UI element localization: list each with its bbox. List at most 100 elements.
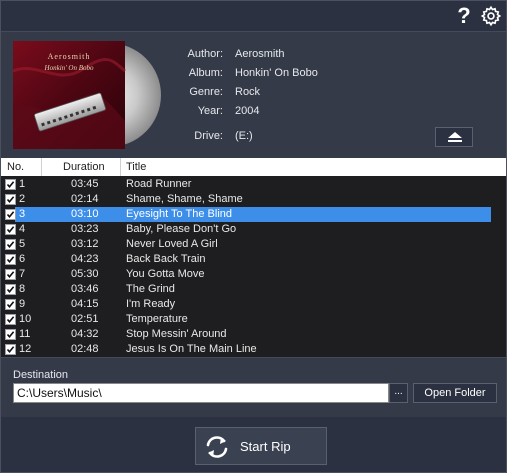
track-number: 6 [19, 253, 26, 265]
drive-value: (E:) [235, 130, 253, 142]
gear-icon [480, 5, 502, 27]
track-title: Shame, Shame, Shame [126, 193, 243, 205]
table-row[interactable]: 7 05:30 You Gotta Move [1, 267, 506, 282]
eject-icon-bar [448, 140, 462, 142]
track-number: 8 [19, 283, 26, 295]
track-duration: 02:51 [71, 313, 99, 325]
table-row[interactable]: 12 02:48 Jesus Is On The Main Line [1, 342, 506, 357]
author-label: Author: [187, 48, 223, 60]
track-checkbox[interactable] [5, 314, 16, 325]
track-duration: 04:32 [71, 328, 99, 340]
column-divider [120, 158, 121, 176]
drive-row: Drive: (E:) [161, 130, 461, 144]
author-value: Aerosmith [235, 48, 285, 60]
app-window: ? Aerosmith Honkin' On Bobo Author: Aero… [0, 0, 507, 473]
checkmark-icon [6, 256, 15, 264]
track-duration: 03:12 [71, 238, 99, 250]
settings-button[interactable] [480, 5, 502, 27]
table-row[interactable]: 1 03:45 Road Runner [1, 177, 506, 192]
track-duration: 03:10 [71, 208, 99, 220]
table-row[interactable]: 8 03:46 The Grind [1, 282, 506, 297]
footer: Start Rip [1, 417, 506, 472]
column-header-duration[interactable]: Duration [63, 160, 105, 174]
track-list: 1 03:45 Road Runner 2 02:14 Shame, Shame, Sha… [1, 176, 506, 357]
start-rip-button[interactable]: Start Rip [195, 427, 327, 465]
title-bar: ? [1, 1, 506, 31]
eject-button[interactable] [435, 127, 473, 147]
destination-input[interactable] [13, 383, 389, 403]
genre-value: Rock [235, 86, 261, 98]
table-row[interactable]: 11 04:32 Stop Messin' Around [1, 327, 506, 342]
track-duration: 03:46 [71, 283, 99, 295]
checkmark-icon [6, 286, 15, 294]
track-table-header: No. Duration Title [1, 158, 506, 176]
track-title: Stop Messin' Around [126, 328, 227, 340]
track-title: Back Back Train [126, 253, 206, 265]
checkmark-icon [6, 316, 15, 324]
track-checkbox[interactable] [5, 299, 16, 310]
track-title: Baby, Please Don't Go [126, 223, 237, 235]
browse-button[interactable]: ... [389, 383, 408, 403]
checkmark-icon [6, 211, 15, 219]
track-number: 11 [19, 328, 31, 340]
genre-label: Genre: [189, 86, 223, 98]
table-row[interactable]: 3 03:10 Eyesight To The Blind [1, 207, 506, 222]
track-checkbox[interactable] [5, 254, 16, 265]
track-number: 7 [19, 268, 26, 280]
track-number: 2 [19, 193, 26, 205]
track-duration: 04:23 [71, 253, 99, 265]
cover-album-text: Honkin' On Bobo [44, 64, 94, 72]
destination-label: Destination [13, 369, 69, 381]
track-checkbox[interactable] [5, 329, 16, 340]
album-metadata: Author: Aerosmith Album: Honkin' On Bobo… [161, 32, 473, 159]
track-title: Jesus Is On The Main Line [126, 343, 257, 355]
track-number: 3 [19, 208, 26, 220]
table-row[interactable]: 2 02:14 Shame, Shame, Shame [1, 192, 506, 207]
eject-icon [448, 132, 462, 138]
year-label: Year: [197, 105, 223, 117]
table-row[interactable]: 9 04:15 I'm Ready [1, 297, 506, 312]
checkmark-icon [6, 196, 15, 204]
track-title: Road Runner [126, 178, 192, 190]
track-number: 9 [19, 298, 26, 310]
track-checkbox[interactable] [5, 239, 16, 250]
start-rip-label: Start Rip [240, 439, 291, 454]
track-checkbox[interactable] [5, 179, 16, 190]
track-checkbox[interactable] [5, 224, 16, 235]
column-header-no[interactable]: No. [7, 160, 24, 174]
track-duration: 05:30 [71, 268, 99, 280]
track-duration: 03:45 [71, 178, 99, 190]
track-title: Eyesight To The Blind [126, 208, 232, 220]
track-checkbox[interactable] [5, 284, 16, 295]
year-row: Year: 2004 [161, 105, 461, 119]
track-checkbox[interactable] [5, 209, 16, 220]
track-checkbox[interactable] [5, 194, 16, 205]
track-title: You Gotta Move [126, 268, 205, 280]
cover-artist-text: Aerosmith [48, 52, 91, 61]
track-number: 5 [19, 238, 26, 250]
refresh-icon [206, 436, 228, 458]
album-label: Album: [188, 67, 223, 79]
genre-row: Genre: Rock [161, 86, 461, 100]
album-value: Honkin' On Bobo [235, 67, 318, 79]
track-checkbox[interactable] [5, 269, 16, 280]
table-row[interactable]: 4 03:23 Baby, Please Don't Go [1, 222, 506, 237]
track-number: 10 [19, 313, 32, 325]
column-divider [41, 158, 42, 176]
table-row[interactable]: 6 04:23 Back Back Train [1, 252, 506, 267]
album-info-panel: Aerosmith Honkin' On Bobo Author: Aerosm… [1, 31, 506, 158]
track-number: 1 [19, 178, 26, 190]
table-row[interactable]: 10 02:51 Temperature [1, 312, 506, 327]
track-checkbox[interactable] [5, 344, 16, 355]
track-number: 12 [19, 343, 32, 355]
help-button[interactable]: ? [454, 4, 474, 28]
track-duration: 02:48 [71, 343, 99, 355]
author-row: Author: Aerosmith [161, 48, 461, 62]
track-duration: 02:14 [71, 193, 99, 205]
open-folder-button[interactable]: Open Folder [413, 383, 497, 403]
track-duration: 04:15 [71, 298, 99, 310]
table-row[interactable]: 5 03:12 Never Loved A Girl [1, 237, 506, 252]
checkmark-icon [6, 346, 15, 354]
checkmark-icon [6, 181, 15, 189]
column-header-title[interactable]: Title [126, 160, 146, 174]
